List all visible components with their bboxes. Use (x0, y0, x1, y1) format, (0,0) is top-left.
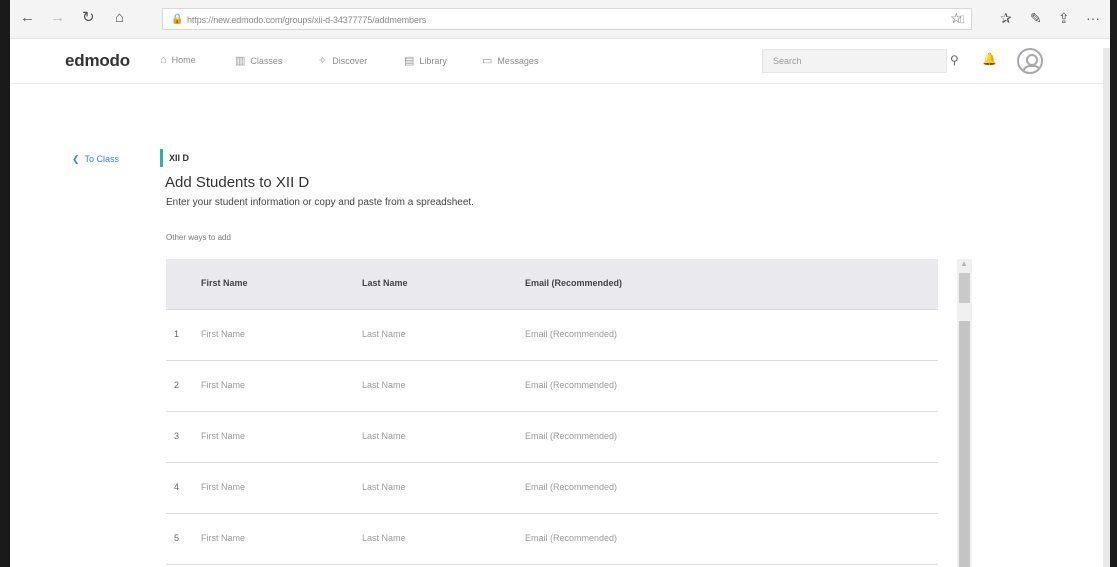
first-name-input[interactable]: First Name (201, 533, 245, 543)
table-row: 2 First Name Last Name Email (Recommende… (166, 361, 938, 412)
last-name-input[interactable]: Last Name (362, 482, 406, 492)
nav-discover-label: Discover (332, 56, 368, 66)
email-input[interactable]: Email (Recommended) (525, 482, 617, 492)
header-last-name: Last Name (362, 278, 408, 288)
browser-window: ← → ↻ ⌂ 🔒 https://new.edmodo.com/groups/… (10, 0, 1110, 567)
more-icon[interactable]: ··· (1086, 9, 1100, 27)
row-number: 3 (174, 431, 180, 441)
table-scrollbar[interactable]: ▲ (957, 259, 972, 567)
search-icon[interactable]: ⚲ (950, 53, 959, 67)
web-note-icon[interactable]: ✎ (1030, 9, 1042, 27)
nav-home[interactable]: ⌂ Home (160, 54, 196, 66)
address-bar[interactable]: 🔒 https://new.edmodo.com/groups/xii-d-34… (162, 8, 972, 30)
nav-home-label: Home (171, 55, 196, 65)
page-scrollbar[interactable] (1103, 48, 1110, 567)
email-input[interactable]: Email (Recommended) (525, 431, 617, 441)
row-number: 1 (174, 329, 180, 339)
first-name-input[interactable]: First Name (201, 482, 245, 492)
search-input[interactable]: Search (762, 49, 947, 73)
messages-icon: ▭ (482, 55, 493, 67)
home-icon: ⌂ (160, 54, 167, 66)
email-input[interactable]: Email (Recommended) (525, 533, 617, 543)
nav-classes-label: Classes (250, 56, 283, 66)
nav-discover[interactable]: ✧ Discover (318, 54, 367, 67)
last-name-input[interactable]: Last Name (362, 431, 406, 441)
library-icon: ▤ (404, 55, 415, 67)
nav-messages[interactable]: ▭ Messages (482, 54, 538, 67)
row-number: 4 (174, 482, 180, 492)
back-arrow-icon[interactable]: ← (20, 9, 35, 27)
header-first-name: First Name (201, 278, 248, 288)
notifications-icon[interactable]: 🔔 (982, 52, 997, 66)
page-subtitle: Enter your student information or copy a… (166, 197, 474, 208)
table-header: First Name Last Name Email (Recommended) (166, 259, 938, 310)
lock-icon: 🔒 (171, 14, 184, 25)
table-row: 3 First Name Last Name Email (Recommende… (166, 412, 938, 463)
row-number: 2 (174, 380, 180, 390)
favorites-hub-icon[interactable]: ✰ (1000, 9, 1012, 27)
chevron-left-icon: ❮ (72, 154, 80, 164)
header-email: Email (Recommended) (525, 278, 623, 288)
first-name-input[interactable]: First Name (201, 431, 245, 441)
nav-classes[interactable]: ▥ Classes (235, 54, 282, 67)
page-title: Add Students to XII D (165, 174, 310, 191)
table-row: 1 First Name Last Name Email (Recommende… (166, 310, 938, 361)
app-header: edmodo ⌂ Home ▥ Classes ✧ Discover ▤ Library… (10, 39, 1110, 84)
last-name-input[interactable]: Last Name (362, 380, 406, 390)
classes-icon: ▥ (235, 55, 246, 67)
refresh-icon[interactable]: ↻ (82, 9, 95, 27)
edmodo-logo[interactable]: edmodo (65, 51, 130, 71)
last-name-input[interactable]: Last Name (362, 329, 406, 339)
table-row: 4 First Name Last Name Email (Recommende… (166, 463, 938, 514)
first-name-input[interactable]: First Name (201, 329, 245, 339)
nav-library-label: Library (419, 56, 447, 66)
url-text: https://new.edmodo.com/groups/xii-d-3437… (187, 15, 427, 25)
home-browser-icon[interactable]: ⌂ (115, 9, 124, 27)
nav-messages-label: Messages (497, 56, 539, 66)
last-name-input[interactable]: Last Name (362, 533, 406, 543)
forward-arrow-icon[interactable]: → (50, 9, 65, 27)
scroll-thumb[interactable] (959, 273, 970, 303)
scroll-track[interactable] (959, 321, 970, 567)
students-table: First Name Last Name Email (Recommended)… (166, 259, 938, 565)
class-name-label: XII D (160, 149, 189, 167)
table-row: 5 First Name Last Name Email (Recommende… (166, 514, 938, 565)
first-name-input[interactable]: First Name (201, 380, 245, 390)
browser-toolbar: ← → ↻ ⌂ 🔒 https://new.edmodo.com/groups/… (10, 0, 1110, 39)
favorite-star-icon[interactable]: ☆ (950, 9, 963, 27)
email-input[interactable]: Email (Recommended) (525, 329, 617, 339)
email-input[interactable]: Email (Recommended) (525, 380, 617, 390)
avatar-body (1022, 65, 1041, 72)
other-ways-link[interactable]: Other ways to add (166, 233, 231, 242)
to-class-label: To Class (84, 154, 120, 164)
discover-icon: ✧ (318, 55, 328, 67)
share-icon[interactable]: ⇪ (1058, 9, 1070, 27)
scroll-up-icon[interactable]: ▲ (960, 259, 968, 268)
to-class-link[interactable]: ❮ To Class (72, 154, 119, 165)
row-number: 5 (174, 533, 180, 543)
nav-library[interactable]: ▤ Library (404, 54, 447, 67)
avatar[interactable] (1017, 48, 1043, 74)
